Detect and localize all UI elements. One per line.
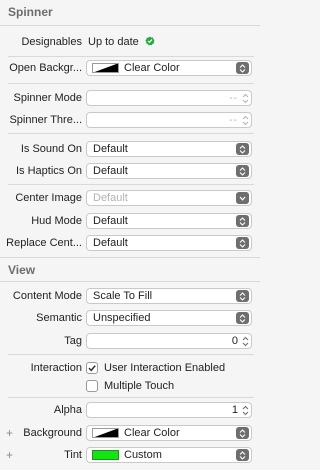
background-value: Clear Color (124, 427, 180, 439)
view-section-title: View (8, 263, 36, 277)
hud-mode-label: Hud Mode (31, 215, 82, 227)
content-mode-value: Scale To Fill (93, 290, 153, 302)
designables-status: Up to date (88, 34, 155, 51)
center-image-label: Center Image (15, 192, 82, 204)
content-mode-label: Content Mode (12, 290, 82, 302)
spinner-section-title: Spinner (8, 5, 53, 19)
background-color-popup[interactable]: Clear Color (86, 425, 252, 441)
tag-field[interactable]: 0 (86, 333, 252, 349)
row-divider (8, 83, 254, 84)
user-interaction-checkbox[interactable] (86, 362, 98, 374)
add-background-variation-button[interactable]: + (6, 425, 13, 441)
background-label: Background (23, 427, 82, 439)
row-divider (8, 184, 254, 185)
designables-value: Up to date (88, 36, 139, 48)
spinner-mode-field[interactable]: -- (86, 90, 252, 106)
popup-chevron-icon (236, 427, 249, 439)
row-divider (8, 56, 254, 57)
open-background-value: Clear Color (124, 62, 180, 74)
spinner-mode-value: -- (229, 92, 238, 104)
interaction-label: Interaction (30, 362, 82, 374)
open-background-color-popup[interactable]: Clear Color (86, 60, 252, 76)
multiple-touch-checkbox[interactable] (86, 380, 98, 392)
hud-mode-popup[interactable]: Default (86, 213, 252, 229)
is-sound-on-popup[interactable]: Default (86, 141, 252, 157)
stepper-icon[interactable] (240, 91, 250, 105)
popup-chevron-icon (236, 290, 249, 302)
tint-label: Tint (64, 449, 82, 461)
alpha-field[interactable]: 1 (86, 402, 252, 418)
add-tint-variation-button[interactable]: + (6, 447, 13, 463)
popup-chevron-icon (236, 143, 249, 155)
clear-color-swatch (92, 428, 119, 438)
is-sound-on-label: Is Sound On (20, 143, 82, 155)
stepper-icon[interactable] (240, 113, 250, 127)
spinner-threshold-value: -- (229, 114, 238, 126)
open-background-label: Open Backgr... (9, 62, 82, 74)
popup-chevron-icon (236, 449, 249, 461)
spinner-mode-label: Spinner Mode (13, 92, 83, 104)
clear-color-swatch (92, 63, 119, 73)
tint-color-popup[interactable]: Custom (86, 447, 252, 463)
tag-label: Tag (64, 335, 82, 347)
spinner-threshold-field[interactable]: -- (86, 112, 252, 128)
replace-center-popup[interactable]: Default (86, 235, 252, 251)
center-image-combo[interactable]: Default (86, 190, 252, 206)
popup-chevron-icon (236, 62, 249, 74)
user-interaction-label: User Interaction Enabled (104, 362, 226, 374)
tag-value: 0 (231, 335, 238, 347)
multiple-touch-label: Multiple Touch (104, 380, 175, 392)
user-interaction-checkbox-row[interactable]: User Interaction Enabled (86, 361, 225, 375)
popup-chevron-icon (236, 312, 249, 324)
semantic-value: Unspecified (93, 312, 151, 324)
row-divider (8, 397, 254, 398)
tint-color-swatch (92, 450, 119, 460)
replace-center-value: Default (93, 237, 128, 249)
checkmark-badge-icon (145, 35, 155, 51)
popup-chevron-icon (236, 237, 249, 249)
row-divider (8, 133, 254, 134)
stepper-icon[interactable] (240, 403, 250, 417)
designables-label: Designables (21, 36, 82, 48)
content-mode-popup[interactable]: Scale To Fill (86, 288, 252, 304)
stepper-icon[interactable] (240, 334, 250, 348)
semantic-popup[interactable]: Unspecified (86, 310, 252, 326)
spinner-threshold-label: Spinner Thre... (9, 114, 82, 126)
section-divider (0, 281, 260, 282)
multiple-touch-checkbox-row[interactable]: Multiple Touch (86, 379, 174, 393)
is-haptics-on-popup[interactable]: Default (86, 163, 252, 179)
alpha-value: 1 (231, 404, 238, 416)
popup-chevron-icon (236, 165, 249, 177)
section-divider (0, 257, 260, 258)
combo-chevron-icon[interactable] (236, 192, 249, 204)
hud-mode-value: Default (93, 215, 128, 227)
is-sound-on-value: Default (93, 143, 128, 155)
is-haptics-on-label: Is Haptics On (15, 165, 82, 177)
is-haptics-on-value: Default (93, 165, 128, 177)
tint-value: Custom (124, 449, 162, 461)
center-image-placeholder: Default (93, 192, 128, 204)
section-divider (0, 25, 260, 26)
row-divider (8, 354, 254, 355)
alpha-label: Alpha (53, 404, 82, 416)
replace-center-label: Replace Cent... (6, 237, 82, 249)
semantic-label: Semantic (36, 312, 82, 324)
popup-chevron-icon (236, 215, 249, 227)
